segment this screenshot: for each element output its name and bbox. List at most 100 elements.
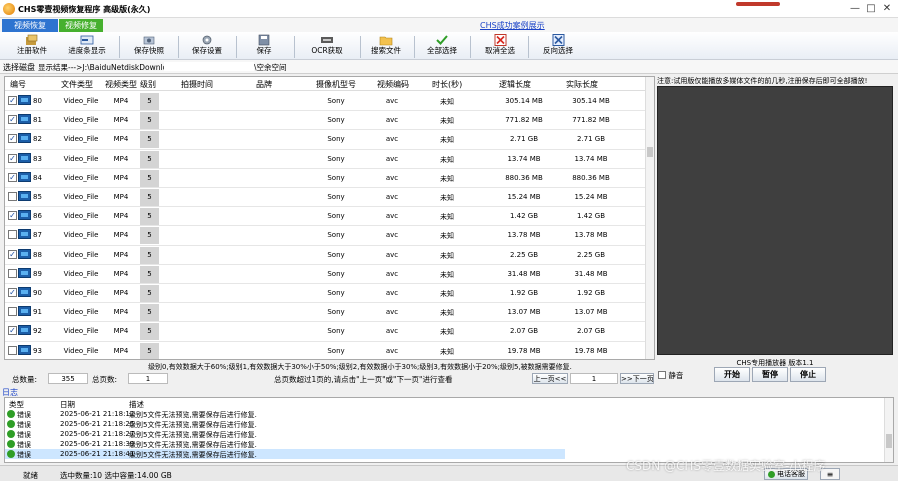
error-status-icon bbox=[7, 440, 15, 448]
col-camera[interactable]: 摄像机型号 bbox=[316, 79, 356, 90]
cell-file-type: Video_File bbox=[63, 212, 99, 221]
row-checkbox[interactable]: ✓ bbox=[8, 134, 17, 144]
col-shoot-time[interactable]: 拍摄时间 bbox=[181, 79, 213, 90]
table-row[interactable]: ✓ 92 5 Video_File MP4 Sony avc 未知 2.07 GB 2.07 GB bbox=[5, 322, 647, 342]
col-actual[interactable]: 实际长度 bbox=[566, 79, 598, 90]
cell-logical: 13.74 MB bbox=[507, 154, 541, 163]
table-row[interactable]: 89 5 Video_File MP4 Sony avc 未知 31.48 MB 31.48 M… bbox=[5, 265, 647, 284]
cell-actual: 15.24 MB bbox=[574, 193, 608, 201]
log-scroll-thumb[interactable] bbox=[886, 434, 892, 448]
cell-id: 89 bbox=[33, 269, 42, 278]
table-row[interactable]: ✓ 81 5 Video_File MP4 Sony avc 未知 771.82 MB 771.8… bbox=[5, 111, 647, 131]
row-checkbox[interactable]: ✓ bbox=[8, 115, 17, 125]
mute-checkbox-box[interactable] bbox=[658, 371, 666, 379]
row-checkbox[interactable]: ✓ bbox=[8, 153, 17, 163]
save-button[interactable]: 保存 bbox=[244, 33, 284, 59]
cell-duration: 未知 bbox=[440, 328, 454, 337]
col-duration[interactable]: 时长(秒) bbox=[432, 79, 462, 90]
col-video-type[interactable]: 视频类型 bbox=[105, 79, 137, 90]
select-all-button[interactable]: 全部选择 bbox=[420, 33, 464, 59]
cell-file-type: Video_File bbox=[63, 346, 99, 355]
select-disk-button[interactable]: 选择磁盘 bbox=[3, 62, 35, 73]
row-checkbox[interactable]: ✓ bbox=[8, 326, 17, 336]
save-settings-button[interactable]: 保存设置 bbox=[184, 33, 230, 59]
col-file-type[interactable]: 文件类型 bbox=[61, 79, 93, 90]
log-row[interactable]: 错误 2025-06-21 21:18:39 级别5文件无法预览,需要保存后进行修复… bbox=[5, 439, 565, 449]
success-cases-link[interactable]: CHS成功案例展示 bbox=[480, 20, 545, 31]
total-pages-label: 总页数: bbox=[92, 375, 118, 384]
log-scrollbar[interactable] bbox=[884, 398, 893, 462]
cell-level: 5 bbox=[140, 208, 159, 226]
stop-button[interactable]: 停止 bbox=[790, 367, 826, 382]
pause-button[interactable]: 暂停 bbox=[752, 367, 788, 382]
table-row[interactable]: ✓ 84 5 Video_File MP4 Sony avc 未知 880.36 MB 880.3… bbox=[5, 169, 647, 188]
col-logical[interactable]: 逻辑长度 bbox=[499, 79, 531, 90]
log-row[interactable]: 错误 2025-06-21 21:18:41 级别5文件无法预览,需要保存后进行修复… bbox=[5, 449, 565, 459]
row-checkbox[interactable]: ✓ bbox=[8, 211, 17, 221]
tab-video-recovery[interactable]: 视频恢复 bbox=[2, 19, 58, 32]
cell-video-type: MP4 bbox=[113, 193, 129, 201]
table-row[interactable]: 91 5 Video_File MP4 Sony avc 未知 13.07 MB 13.07 M… bbox=[5, 303, 647, 323]
table-scrollbar[interactable] bbox=[645, 77, 654, 359]
table-row[interactable]: 93 5 Video_File MP4 Sony avc 未知 19.78 MB 19.78 M… bbox=[5, 342, 647, 359]
row-checkbox[interactable] bbox=[8, 230, 17, 240]
col-brand[interactable]: 品牌 bbox=[256, 79, 272, 90]
cell-actual: 13.78 MB bbox=[574, 231, 608, 240]
row-checkbox[interactable] bbox=[8, 345, 17, 355]
ocr-button[interactable]: OCR获取 bbox=[302, 33, 352, 59]
search-files-button[interactable]: 搜索文件 bbox=[364, 33, 408, 59]
col-level[interactable]: 级别 bbox=[140, 79, 156, 90]
video-file-icon bbox=[18, 114, 31, 125]
cell-id: 82 bbox=[33, 135, 42, 144]
log-row[interactable]: 错误 2025-06-21 21:18:12 级别5文件无法预览,需要保存后进行修复… bbox=[5, 409, 565, 419]
col-id[interactable]: 编号 bbox=[10, 79, 26, 90]
close-button[interactable]: ✕ bbox=[880, 2, 894, 16]
row-checkbox[interactable] bbox=[8, 307, 17, 317]
scroll-thumb[interactable] bbox=[647, 147, 653, 157]
cell-duration: 未知 bbox=[440, 136, 454, 145]
row-checkbox[interactable] bbox=[8, 192, 17, 201]
deselect-all-button[interactable]: 取消全选 bbox=[478, 33, 522, 59]
table-row[interactable]: ✓ 88 5 Video_File MP4 Sony avc 未知 2.25 GB 2.25 GB bbox=[5, 246, 647, 265]
table-row[interactable]: ✓ 80 5 Video_File MP4 Sony avc 未知 305.14 MB 305.1… bbox=[5, 92, 647, 112]
table-row[interactable]: ✓ 86 5 Video_File MP4 Sony avc 未知 1.42 GB 1.42 GB bbox=[5, 207, 647, 227]
log-row[interactable]: 错误 2025-06-21 21:18:25 级别5文件无法预览,需要保存后进行修复… bbox=[5, 419, 565, 429]
next-page-button[interactable]: >>下一页 bbox=[620, 373, 654, 384]
level-legend: 级别0,有效数据大于60%;级别1,有效数据大于30%小于50%;级别2,有效数… bbox=[148, 363, 572, 371]
mute-label: 静音 bbox=[668, 371, 684, 380]
row-checkbox[interactable] bbox=[8, 268, 17, 278]
table-row[interactable]: ✓ 82 5 Video_File MP4 Sony avc 未知 2.71 GB 2.71 GB bbox=[5, 130, 647, 150]
row-checkbox[interactable]: ✓ bbox=[8, 288, 17, 297]
table-row[interactable]: ✓ 90 5 Video_File MP4 Sony avc 未知 1.92 GB 1.92 GB bbox=[5, 284, 647, 304]
title-bar: CHS零壹视频恢复程序 高级版(永久) — □ ✕ bbox=[0, 0, 898, 18]
window-title: CHS零壹视频恢复程序 高级版(永久) bbox=[18, 5, 151, 14]
row-checkbox[interactable]: ✓ bbox=[8, 96, 17, 105]
cell-actual: 880.36 MB bbox=[572, 173, 610, 182]
register-button[interactable]: 注册软件 bbox=[10, 33, 54, 59]
row-checkbox[interactable]: ✓ bbox=[8, 172, 17, 182]
app-icon bbox=[3, 3, 15, 15]
path-redaction bbox=[164, 62, 254, 71]
progress-display-button[interactable]: 进度条显示 bbox=[62, 33, 112, 59]
uncheck-icon bbox=[494, 34, 507, 46]
pagination-hint: 总页数超过1页的,请点击"上一页"或"下一页"进行查看 bbox=[274, 375, 453, 384]
play-button[interactable]: 开始 bbox=[714, 367, 750, 382]
minimize-button[interactable]: — bbox=[848, 2, 862, 16]
tab-video-repair[interactable]: 视频修复 bbox=[59, 19, 103, 32]
cell-camera: Sony bbox=[327, 289, 345, 297]
cell-id: 90 bbox=[33, 289, 42, 297]
mute-checkbox[interactable]: 静音 bbox=[658, 370, 683, 381]
invert-selection-button[interactable]: 反向选择 bbox=[536, 33, 580, 59]
cell-level: 5 bbox=[140, 227, 159, 245]
table-row[interactable]: 87 5 Video_File MP4 Sony avc 未知 13.78 MB 13.78 M… bbox=[5, 226, 647, 246]
prev-page-button[interactable]: 上一页<< bbox=[532, 373, 568, 384]
log-date: 2025-06-21 21:18:27 bbox=[60, 430, 135, 438]
table-row[interactable]: 85 5 Video_File MP4 Sony avc 未知 15.24 MB 15.24 M… bbox=[5, 188, 647, 208]
save-snapshot-button[interactable]: 保存快照 bbox=[126, 33, 172, 59]
col-codec[interactable]: 视频编码 bbox=[377, 79, 409, 90]
table-row[interactable]: ✓ 83 5 Video_File MP4 Sony avc 未知 13.74 MB 13.74 … bbox=[5, 150, 647, 169]
row-checkbox[interactable]: ✓ bbox=[8, 249, 17, 259]
page-number-input[interactable]: 1 bbox=[570, 373, 618, 384]
log-row[interactable]: 错误 2025-06-21 21:18:27 级别5文件无法预览,需要保存后进行修复… bbox=[5, 429, 565, 439]
maximize-button[interactable]: □ bbox=[864, 2, 878, 16]
